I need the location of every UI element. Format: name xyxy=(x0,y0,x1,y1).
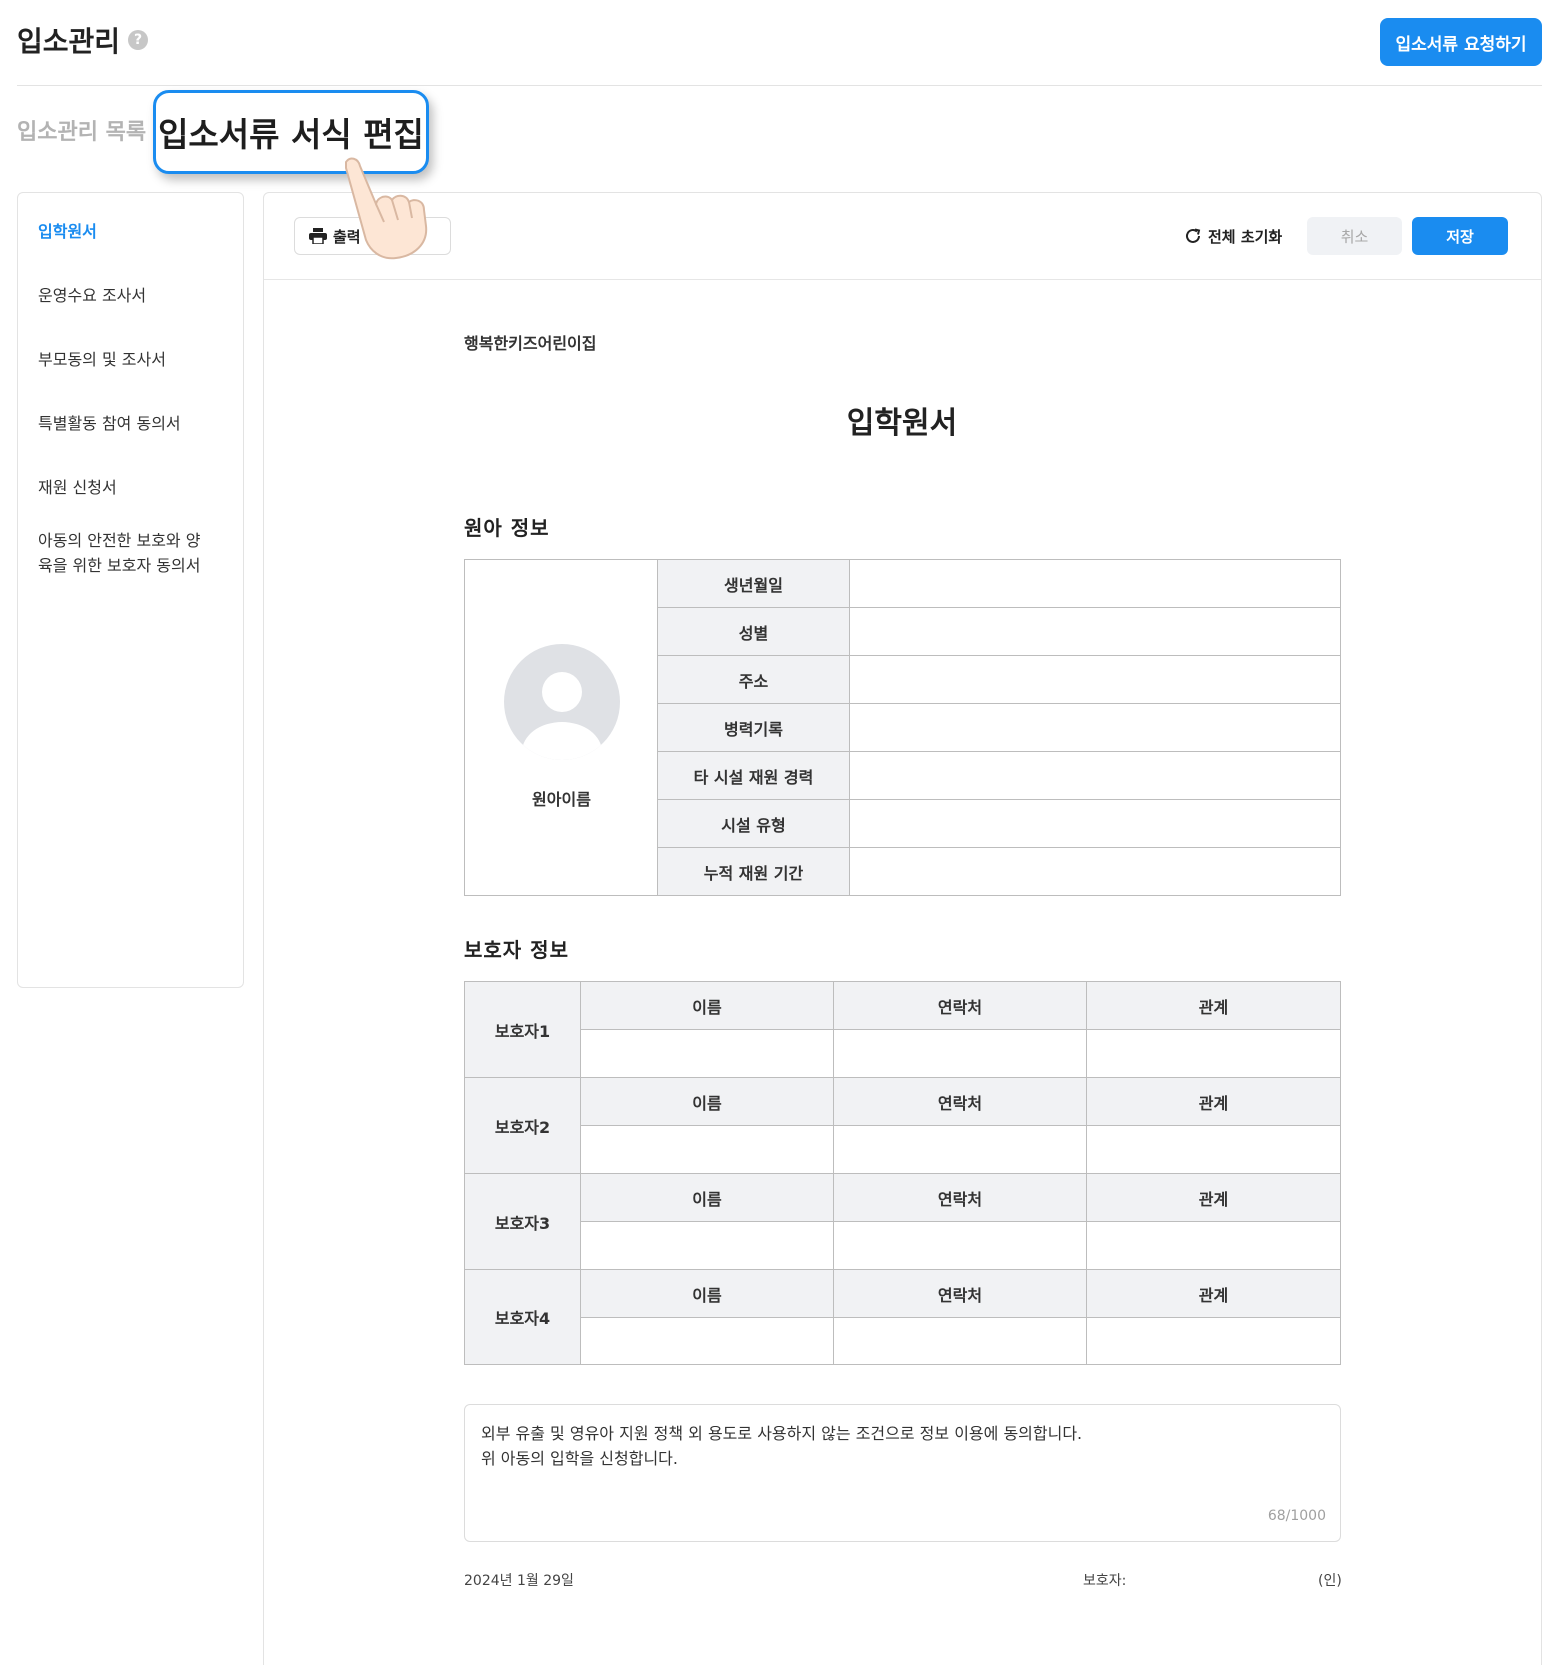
column-contact-header[interactable]: 연락처 xyxy=(834,1174,1087,1222)
sidebar-item-enrollment-application[interactable]: 재원 신청서 xyxy=(38,475,218,500)
info-label[interactable]: 누적 재원 기간 xyxy=(658,848,850,895)
request-documents-button[interactable]: 입소서류 요청하기 xyxy=(1380,18,1542,66)
sidebar-item-parent-consent[interactable]: 부모동의 및 조사서 xyxy=(38,347,218,372)
guardian-block: 보호자4 이름 연락처 관계 xyxy=(465,1270,1340,1364)
guardian-label[interactable]: 보호자3 xyxy=(465,1174,581,1269)
column-contact-header[interactable]: 연락처 xyxy=(834,1078,1087,1126)
column-name-header[interactable]: 이름 xyxy=(581,1174,834,1222)
guardian-contact-cell xyxy=(834,1030,1087,1078)
consent-line-1: 외부 유출 및 영유아 지원 정책 외 용도로 사용하지 않는 조건으로 정보 … xyxy=(481,1424,1083,1443)
avatar-icon xyxy=(504,644,620,760)
header-divider xyxy=(17,85,1542,86)
document-sidebar: 입학원서 운영수요 조사서 부모동의 및 조사서 특별활동 참여 동의서 재원 … xyxy=(17,192,244,988)
editor-toolbar: 출력 전체 초기화 취소 저장 xyxy=(264,193,1541,280)
column-relation-header[interactable]: 관계 xyxy=(1087,982,1340,1030)
info-row-facility-type: 시설 유형 xyxy=(658,800,1340,848)
guardian-label[interactable]: 보호자4 xyxy=(465,1270,581,1364)
guardian-block: 보호자3 이름 연락처 관계 xyxy=(465,1174,1340,1270)
sidebar-item-special-activity[interactable]: 특별활동 참여 동의서 xyxy=(38,411,218,436)
info-label[interactable]: 성별 xyxy=(658,608,850,655)
guardian-contact-cell xyxy=(834,1318,1087,1364)
column-name-header[interactable]: 이름 xyxy=(581,1270,834,1318)
reset-all-button[interactable]: 전체 초기화 xyxy=(1184,217,1282,255)
info-row-other-facility: 타 시설 재원 경력 xyxy=(658,752,1340,800)
tab-admission-list[interactable]: 입소관리 목록 xyxy=(17,114,146,146)
guardian-contact-cell xyxy=(834,1126,1087,1174)
reset-label: 전체 초기화 xyxy=(1208,227,1283,246)
page-title-text: 입소관리 xyxy=(17,25,121,58)
child-info-table: 원아이름 생년월일 성별 주소 병력기록 타 시설 재원 경력 시설 유형 누적… xyxy=(464,559,1341,896)
guardian-block: 보호자1 이름 연락처 관계 xyxy=(465,982,1340,1078)
column-relation-header[interactable]: 관계 xyxy=(1087,1270,1340,1318)
guardian-name-cell xyxy=(581,1318,834,1364)
info-label[interactable]: 생년월일 xyxy=(658,560,850,607)
info-row-birthdate: 생년월일 xyxy=(658,560,1340,608)
hand-pointer-icon xyxy=(345,157,428,260)
guardian-label[interactable]: 보호자2 xyxy=(465,1078,581,1173)
organization-name: 행복한키즈어린이집 xyxy=(464,334,597,353)
guardian-label[interactable]: 보호자1 xyxy=(465,982,581,1077)
guardian-block: 보호자2 이름 연락처 관계 xyxy=(465,1078,1340,1174)
guardian-name-cell xyxy=(581,1126,834,1174)
info-label[interactable]: 주소 xyxy=(658,656,850,703)
guardian-info-table: 보호자1 이름 연락처 관계 보호자2 이름 연락처 관계 보호자3 이름 연락… xyxy=(464,981,1341,1365)
info-label[interactable]: 타 시설 재원 경력 xyxy=(658,752,850,799)
column-relation-header[interactable]: 관계 xyxy=(1087,1174,1340,1222)
column-name-header[interactable]: 이름 xyxy=(581,982,834,1030)
info-row-address: 주소 xyxy=(658,656,1340,704)
cancel-button[interactable]: 취소 xyxy=(1307,217,1402,255)
child-name-label[interactable]: 원아이름 xyxy=(465,786,658,810)
info-label[interactable]: 병력기록 xyxy=(658,704,850,751)
guardian-name-cell xyxy=(581,1030,834,1078)
sidebar-item-child-safety-consent[interactable]: 아동의 안전한 보호와 양육을 위한 보호자 동의서 xyxy=(38,528,208,578)
sidebar-item-admission-application[interactable]: 입학원서 xyxy=(38,219,218,244)
document-title[interactable]: 입학원서 xyxy=(464,398,1340,442)
sidebar-item-operation-survey[interactable]: 운영수요 조사서 xyxy=(38,283,218,308)
column-contact-header[interactable]: 연락처 xyxy=(834,1270,1087,1318)
column-name-header[interactable]: 이름 xyxy=(581,1078,834,1126)
info-row-medical-history: 병력기록 xyxy=(658,704,1340,752)
application-date: 2024년 1월 29일 xyxy=(464,1573,574,1589)
page-title: 입소관리 ? xyxy=(17,20,149,60)
consent-textarea[interactable]: 외부 유출 및 영유아 지원 정책 외 용도로 사용하지 않는 조건으로 정보 … xyxy=(464,1404,1341,1542)
guardian-name-cell xyxy=(581,1222,834,1270)
printer-icon xyxy=(309,228,327,244)
guardian-info-section-title[interactable]: 보호자 정보 xyxy=(464,934,569,963)
refresh-icon xyxy=(1186,228,1201,243)
guardian-signature-label: 보호자: xyxy=(1083,1573,1127,1589)
consent-line-2: 위 아동의 입학을 신청합니다. xyxy=(481,1449,678,1468)
guardian-contact-cell xyxy=(834,1222,1087,1270)
seal-label: (인) xyxy=(1318,1573,1342,1589)
child-photo-cell: 원아이름 xyxy=(465,560,658,895)
info-row-gender: 성별 xyxy=(658,608,1340,656)
info-label[interactable]: 시설 유형 xyxy=(658,800,850,847)
child-info-section-title[interactable]: 원아 정보 xyxy=(464,512,550,541)
character-counter: 68/1000 xyxy=(1267,1508,1326,1524)
info-row-enrollment-period: 누적 재원 기간 xyxy=(658,848,1340,895)
save-button[interactable]: 저장 xyxy=(1412,217,1508,255)
column-contact-header[interactable]: 연락처 xyxy=(834,982,1087,1030)
help-icon[interactable]: ? xyxy=(128,30,149,50)
column-relation-header[interactable]: 관계 xyxy=(1087,1078,1340,1126)
